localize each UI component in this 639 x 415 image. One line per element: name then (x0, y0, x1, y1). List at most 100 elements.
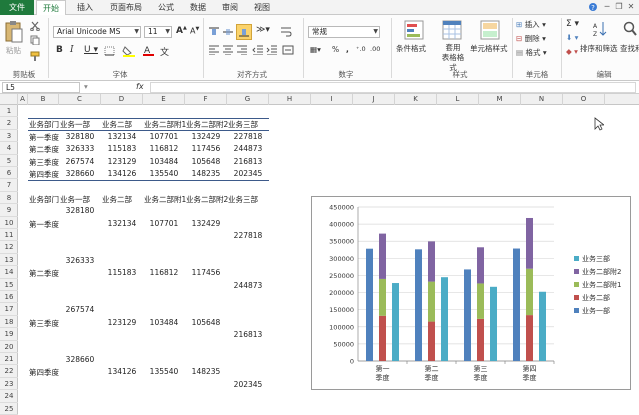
row-header-16[interactable]: 16 (0, 291, 18, 304)
comma-format-icon[interactable]: , (346, 45, 349, 54)
minimize-ribbon-icon[interactable]: ─ (602, 2, 612, 12)
table1-cell[interactable]: 267574 (60, 157, 100, 166)
select-all-corner[interactable] (0, 94, 18, 105)
table2-cell[interactable]: 123129 (102, 318, 142, 327)
percent-format-icon[interactable]: % (332, 45, 339, 54)
table2-cell[interactable]: 103484 (144, 318, 184, 327)
row-header-14[interactable]: 14 (0, 266, 18, 279)
table1-header-cell[interactable]: 业务二部附2 (186, 119, 228, 130)
stacked-column-chart[interactable]: 0 50000 100000 150000 200000 250000 300000 3500… (311, 196, 631, 390)
row-header-10[interactable]: 10 (0, 217, 18, 229)
table-format-icon[interactable] (442, 20, 462, 42)
align-bottom-icon[interactable] (236, 24, 252, 40)
column-header-a[interactable]: A (18, 94, 28, 105)
formula-input[interactable] (150, 82, 636, 93)
tab-formulas[interactable]: 公式 (152, 0, 180, 15)
name-box-dropdown-icon[interactable]: ▾ (84, 82, 88, 91)
table2-cell[interactable]: 244873 (228, 281, 268, 290)
phonetic-icon[interactable]: 文 (160, 45, 169, 58)
row-header-5[interactable]: 5 (0, 155, 18, 167)
clear-icon[interactable]: ◆ ▾ (566, 47, 578, 56)
align-middle-icon[interactable] (222, 26, 234, 40)
row-header-12[interactable]: 12 (0, 241, 18, 254)
row-header-21[interactable]: 21 (0, 353, 18, 366)
tab-insert[interactable]: 插入 (70, 0, 100, 15)
align-center-icon[interactable] (222, 45, 234, 57)
table1-cell[interactable]: 115183 (102, 144, 142, 153)
tab-review[interactable]: 审阅 (216, 0, 244, 15)
column-header-f[interactable]: F (185, 94, 227, 105)
table2-cell[interactable]: 148235 (186, 367, 226, 376)
increase-decimal-icon[interactable]: ⁺.0 (356, 45, 366, 53)
help-icon[interactable]: ? (588, 2, 598, 12)
row-header-7[interactable]: 7 (0, 179, 18, 192)
column-header-k[interactable]: K (395, 94, 437, 105)
fill-icon[interactable]: ⬇ ▾ (566, 33, 578, 42)
tab-file[interactable]: 文件 (0, 0, 34, 15)
table2-cell[interactable]: 267574 (60, 305, 100, 314)
table2-cell[interactable]: 132429 (186, 219, 226, 228)
insert-cells-button[interactable]: ⊞ 插入 ▾ (516, 19, 546, 30)
table2-header-cell[interactable]: 业务二部 (102, 194, 142, 205)
row-header-19[interactable]: 19 (0, 328, 18, 341)
row-header-11[interactable]: 11 (0, 229, 18, 242)
row-header-25[interactable]: 25 (0, 403, 18, 415)
table2-cell[interactable]: 107701 (144, 219, 184, 228)
font-name-select[interactable]: Arial Unicode MS ▼ (53, 26, 141, 38)
table2-header-cell[interactable]: 业务部门 (29, 194, 59, 205)
column-header-h[interactable]: H (269, 94, 311, 105)
row-header-6[interactable]: 6 (0, 167, 18, 180)
cell-styles-button[interactable]: 单元格样式 (470, 43, 508, 54)
table2-cell[interactable]: 115183 (102, 268, 142, 277)
row-header-13[interactable]: 13 (0, 254, 18, 267)
cell-styles-icon[interactable] (480, 20, 500, 42)
table1-header-cell[interactable]: 业务三部 (228, 119, 268, 130)
table1-cell[interactable]: 227818 (228, 132, 268, 141)
table1-header-cell[interactable]: 业务二部 (102, 119, 142, 130)
merge-center-icon[interactable] (282, 45, 294, 57)
row-header-20[interactable]: 20 (0, 341, 18, 353)
table1-cell[interactable]: 103484 (144, 157, 184, 166)
increase-indent-icon[interactable] (266, 45, 278, 57)
format-painter-icon[interactable] (30, 51, 40, 63)
format-cells-button[interactable]: ▤ 格式 ▾ (516, 47, 547, 58)
table2-cell[interactable]: 105648 (186, 318, 226, 327)
currency-format-icon[interactable]: ▦▾ (310, 45, 321, 54)
font-color-icon[interactable]: A (142, 44, 156, 59)
underline-button[interactable]: U ▾ (84, 45, 98, 55)
restore-icon[interactable]: ❐ (614, 2, 624, 12)
find-select-icon[interactable] (622, 20, 638, 40)
table1-cell[interactable]: 244873 (228, 144, 268, 153)
column-header-o[interactable]: O (563, 94, 605, 105)
table1-header-cell[interactable]: 业务一部 (60, 119, 100, 130)
tab-data[interactable]: 数据 (184, 0, 212, 15)
column-header-b[interactable]: B (28, 94, 59, 105)
table1-cell[interactable]: 第三季度 (29, 157, 59, 168)
tab-home[interactable]: 开始 (36, 0, 66, 16)
sort-filter-icon[interactable]: AZ (592, 20, 608, 40)
table1-cell[interactable]: 107701 (144, 132, 184, 141)
column-header-g[interactable]: G (227, 94, 269, 105)
paste-button[interactable]: 粘贴 (6, 45, 21, 56)
table2-quarter-cell[interactable]: 第四季度 (29, 367, 59, 378)
table2-cell[interactable]: 227818 (228, 231, 268, 240)
table1-cell[interactable]: 328180 (60, 132, 100, 141)
table2-cell[interactable]: 202345 (228, 380, 268, 389)
shrink-font-icon[interactable]: A▼ (190, 26, 199, 36)
row-header-15[interactable]: 15 (0, 279, 18, 291)
align-top-icon[interactable] (208, 26, 220, 40)
number-format-select[interactable]: 常规 ▼ (308, 26, 380, 38)
fill-color-icon[interactable] (122, 45, 136, 59)
sort-filter-button[interactable]: 排序和筛选 (580, 43, 618, 54)
row-header-22[interactable]: 22 (0, 365, 18, 378)
table1-cell[interactable]: 第四季度 (29, 169, 59, 180)
table2-cell[interactable]: 134126 (102, 367, 142, 376)
table2-header-cell[interactable]: 业务一部 (60, 194, 100, 205)
row-header-3[interactable]: 3 (0, 130, 18, 143)
tab-view[interactable]: 视图 (248, 0, 276, 15)
row-header-2[interactable]: 2 (0, 117, 18, 130)
table1-cell[interactable]: 132429 (186, 132, 226, 141)
table1-cell[interactable]: 134126 (102, 169, 142, 178)
table2-cell[interactable]: 328180 (60, 206, 100, 215)
bold-button[interactable]: B (56, 45, 63, 55)
